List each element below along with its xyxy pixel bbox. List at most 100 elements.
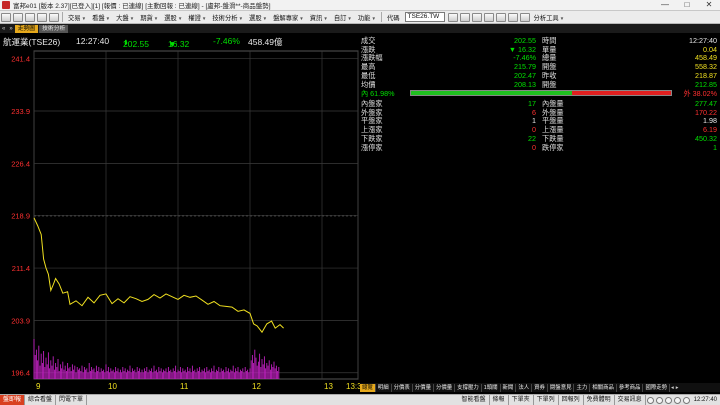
bottom-tab[interactable]: 支撐壓力: [455, 383, 482, 392]
alert-icon[interactable]: [655, 396, 663, 404]
menu-expert[interactable]: 盤解專家▼: [270, 13, 307, 22]
bottom-tab[interactable]: 閱盤意見: [548, 383, 575, 392]
status-btn-flash-order[interactable]: 閃電下單: [56, 395, 88, 405]
bottom-tab[interactable]: 相關商品: [590, 383, 617, 392]
x-tick-label: 12: [252, 382, 261, 391]
connection-icon: [664, 396, 672, 404]
menu-watch[interactable]: 看盤▼: [89, 13, 113, 22]
code-input[interactable]: TSE26.TW: [404, 12, 445, 22]
menu-technical[interactable]: 技術分析▼: [209, 13, 246, 22]
forward-icon[interactable]: [25, 12, 35, 22]
quote-row: 成交 202.55 時間 12:27:40: [360, 36, 720, 45]
breadth-row: 下跌家 22 下跌量 450.32: [360, 134, 720, 143]
bottom-tab[interactable]: 分價量: [413, 383, 434, 392]
quote-value: 202.47: [514, 70, 536, 80]
menu-trade[interactable]: 交易▼: [65, 13, 89, 22]
grid-icon[interactable]: [459, 12, 470, 22]
menu-custom[interactable]: 自訂▼: [331, 13, 355, 22]
inner-ratio-label: 內 61.98%: [361, 89, 395, 98]
x-tick-label: 9: [36, 382, 41, 391]
breadth-value: 17: [528, 99, 536, 108]
refresh-icon[interactable]: [37, 12, 47, 22]
bottom-tab-bar: 總覽 明細 分價表 分價量 分價量 支撐壓力 1頭關 新聞 法人 資券 閱盤意見 主力 相關商品 參考商…: [360, 383, 720, 392]
status-bar: 盤即報 綜合看盤 閃電下單 智能看盤 條報 下單夾 下單列 回報列 免費體明 交…: [0, 394, 720, 405]
bottom-tab[interactable]: 1頭關: [482, 383, 501, 392]
bottom-tab[interactable]: 資券: [532, 383, 548, 392]
quote-label: 成交: [361, 36, 376, 45]
window-icon[interactable]: [507, 12, 518, 22]
nav-right-icon[interactable]: »: [7, 26, 14, 32]
quote-label: 漲跌幅: [361, 53, 383, 63]
quote-value: 215.79: [514, 62, 536, 72]
intraday-chart[interactable]: 241.4 233.9 226.4 218.9 211.4 203.9 196.4 9 10 11…: [0, 49, 360, 393]
menu-bar: 交易▼ 看盤▼ 大盤▼ 期貨▼ 選股▼ 權證▼ 技術分析▼ 選股▼ 盤解專家▼ …: [0, 11, 720, 24]
tab-technical-analysis[interactable]: 技術分析: [39, 24, 69, 33]
menu-functions[interactable]: 功能▼: [355, 13, 379, 22]
status-btn-report-bar[interactable]: 回報列: [559, 395, 584, 405]
breadth-value: 22: [528, 133, 536, 143]
breadth-label: 跌停家: [542, 142, 564, 152]
status-btn-free[interactable]: 免費體明: [584, 395, 615, 405]
menu-options[interactable]: 選股▼: [161, 13, 185, 22]
status-btn-quick[interactable]: 盤即報: [0, 395, 26, 405]
quote-label: 單量: [542, 44, 557, 54]
menu-futures[interactable]: 期貨▼: [137, 13, 161, 22]
monitor-icon[interactable]: [447, 12, 458, 22]
x-tick-label: 11: [180, 382, 189, 391]
nav-left-icon[interactable]: «: [0, 26, 7, 32]
quote-value: 0.04: [703, 44, 717, 54]
maximize-button[interactable]: □: [676, 0, 698, 11]
quote-row: 漲跌 ▼ 16.32 單量 0.04: [360, 45, 720, 54]
breadth-label: 平盤家: [361, 116, 383, 126]
minimize-button[interactable]: —: [654, 0, 676, 11]
bottom-tab[interactable]: 分價表: [392, 383, 413, 392]
status-btn-smart[interactable]: 智能看盤: [459, 395, 490, 405]
quote-label: 時間: [542, 36, 557, 45]
status-btn-ticker[interactable]: 條報: [490, 395, 509, 405]
tab-trend-chart[interactable]: 走勢圖: [14, 24, 39, 33]
bottom-tab[interactable]: 分價量: [434, 383, 456, 392]
bottom-tab[interactable]: 明細: [376, 383, 392, 392]
lock-icon[interactable]: [483, 12, 494, 22]
view-tab-row: « » 走勢圖 技術分析: [0, 24, 720, 33]
chart-tools-icon[interactable]: [519, 12, 530, 22]
y-tick-label: 241.4: [11, 55, 30, 64]
status-btn-overview[interactable]: 綜合看盤: [25, 395, 57, 405]
menu-warrants[interactable]: 權證▼: [185, 13, 209, 22]
quote-label: 開盤: [542, 79, 557, 89]
bottom-tab[interactable]: 主力: [574, 383, 591, 392]
settings-icon[interactable]: [673, 396, 681, 404]
title-bar: 富邦e01 [版本 2.37][已登入][1] [報價 : 已連線] [主動回報…: [0, 0, 720, 11]
breadth-value: 6.19: [703, 125, 717, 135]
menu-screener[interactable]: 選股▼: [246, 13, 270, 22]
menu-analysis-tools[interactable]: 分析工具▼: [531, 13, 568, 22]
home-icon[interactable]: [1, 12, 11, 22]
bottom-tab[interactable]: 參考商品: [617, 383, 644, 392]
close-button[interactable]: ✕: [698, 0, 720, 11]
quote-row: 最低 202.47 昨收 218.87: [360, 71, 720, 80]
x-tick-label: 13:30: [346, 382, 360, 391]
bottom-tab[interactable]: 新聞: [501, 383, 517, 392]
stop-icon[interactable]: [49, 12, 59, 22]
tab-overview[interactable]: 總覽: [360, 383, 376, 392]
bottom-tab[interactable]: 法人: [516, 383, 533, 392]
bottom-tab[interactable]: 國際走勢: [643, 383, 671, 392]
breadth-value: 0: [532, 125, 536, 135]
back-icon[interactable]: [13, 12, 23, 22]
cursor-icon[interactable]: [495, 12, 506, 22]
menu-info[interactable]: 資訊▼: [307, 13, 331, 22]
sound-icon[interactable]: [646, 396, 654, 404]
breadth-row: 內盤家 17 內盤量 277.47: [360, 99, 720, 108]
tabs-scroll-right-icon[interactable]: ▸: [675, 385, 680, 391]
status-btn-trade-msg[interactable]: 交易訊息: [615, 395, 646, 405]
x-tick-label: 10: [108, 382, 117, 391]
chart-pane: 航運業(TSE26) 12:27:40 202.55 ⬇ ▼ 16.32 -7.46…: [0, 33, 360, 393]
status-btn-order-bar[interactable]: 下單列: [534, 395, 559, 405]
menu-market[interactable]: 大盤▼: [113, 13, 137, 22]
breadth-label: 漲停家: [361, 142, 383, 152]
breadth-label: 外盤家: [361, 107, 383, 117]
status-btn-order-folder[interactable]: 下單夾: [509, 395, 534, 405]
quote-value: -7.46%: [513, 53, 536, 63]
quote-value: 558.32: [695, 62, 717, 72]
list-icon[interactable]: [471, 12, 482, 22]
